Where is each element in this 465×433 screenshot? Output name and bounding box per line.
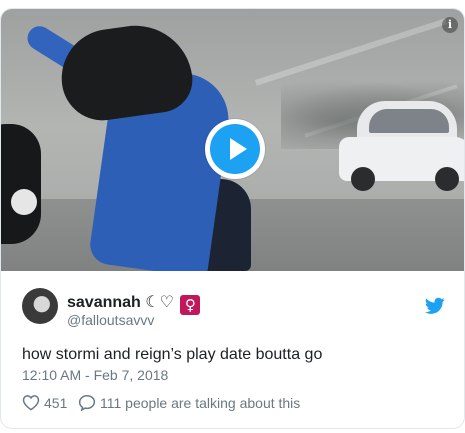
tweet-text: how stormi and reign’s play date boutta …: [22, 346, 323, 363]
tweet-timestamp[interactable]: 12:10 AM - Feb 7, 2018: [22, 367, 168, 383]
avatar[interactable]: [22, 288, 58, 324]
female-sign-badge: ♀: [180, 295, 201, 315]
twitter-bird-icon[interactable]: [425, 297, 445, 315]
name-emoji: ☾♡: [145, 292, 174, 311]
rain-streak: [254, 18, 448, 86]
white-car: [339, 101, 464, 193]
people-talking-link[interactable]: 111 people are talking about this: [100, 395, 300, 411]
play-icon: [210, 124, 260, 174]
video-thumbnail[interactable]: i: [1, 9, 464, 271]
info-icon[interactable]: i: [442, 17, 458, 33]
embedded-tweet-card[interactable]: i savannah ☾♡ ♀ @falloutsavvv how stormi…: [0, 8, 465, 429]
like-count: 451: [44, 395, 68, 411]
display-name-text: savannah: [67, 294, 141, 311]
play-button[interactable]: [205, 119, 265, 179]
reply-bubble-icon[interactable]: [78, 394, 96, 411]
user-handle[interactable]: @falloutsavvv: [67, 312, 154, 328]
car-headlight: [11, 189, 37, 215]
heart-icon[interactable]: [22, 394, 40, 411]
dark-car: [1, 124, 41, 244]
